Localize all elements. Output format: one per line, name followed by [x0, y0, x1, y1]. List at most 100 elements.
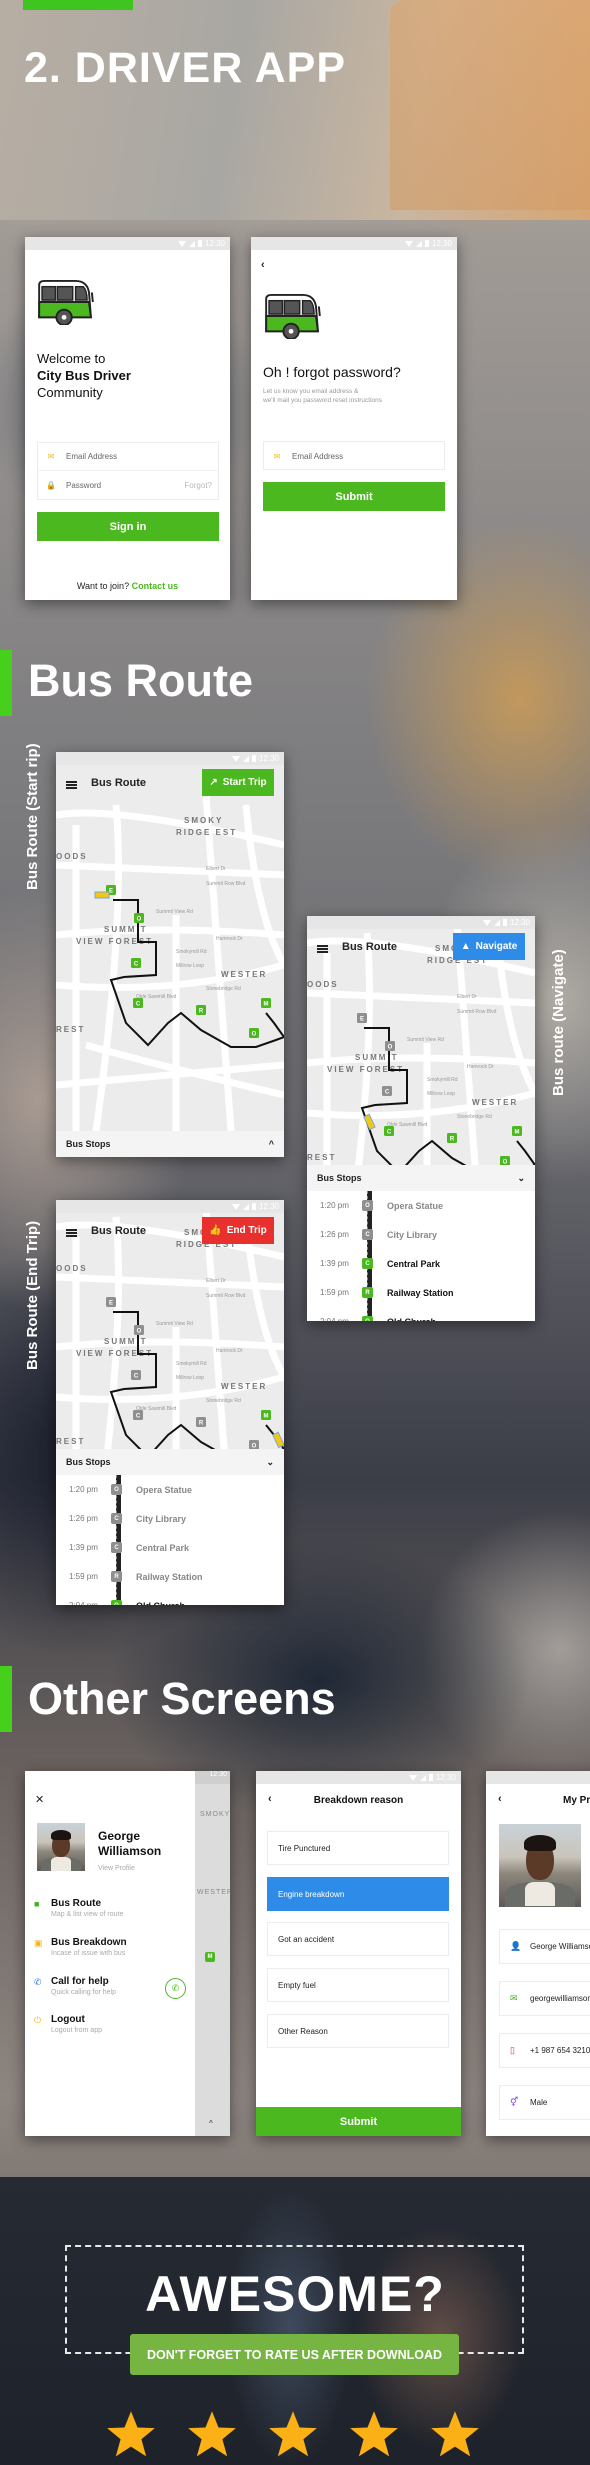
submit-button[interactable]: Submit — [256, 2107, 461, 2136]
svg-text:C: C — [134, 962, 139, 968]
road — [56, 861, 284, 879]
stop-row[interactable]: 1:59 pm R Railway Station — [307, 1278, 535, 1307]
stop-marker[interactable]: O — [385, 1041, 395, 1051]
driver-name: George Williamson — [98, 1829, 162, 1858]
rate-us-button[interactable]: DON'T FORGET TO RATE US AFTER DOWNLOAD — [130, 2334, 459, 2375]
stop-marker[interactable]: R — [196, 1417, 206, 1427]
star-icon[interactable] — [429, 2408, 481, 2460]
stop-row[interactable]: 2:04 pmO Old Church — [307, 1307, 535, 1321]
menu-icon[interactable] — [317, 945, 328, 953]
stop-marker[interactable]: M — [261, 1410, 271, 1420]
navigate-button[interactable]: ▲ Navigate — [453, 933, 525, 960]
call-button[interactable]: ✆ — [165, 1978, 186, 1999]
back-button[interactable]: ‹ — [498, 1793, 502, 1805]
stop-row[interactable]: 1:39 pm C Central Park — [307, 1249, 535, 1278]
stop-marker[interactable]: C — [384, 1126, 394, 1136]
route-map[interactable]: SMOKYRIDGE ESTSUMMITVIEW FORESTWESTERRES… — [56, 765, 284, 1131]
bus-stops-bar[interactable]: Bus Stops ⌄ — [56, 1449, 284, 1475]
back-button[interactable]: ‹ — [261, 259, 265, 271]
stop-marker[interactable]: O — [249, 1028, 259, 1038]
stop-row[interactable]: 1:20 pm O Opera Statue — [307, 1191, 535, 1220]
drawer-panel: ✕ George Williamson View Profile ■ Bus R… — [25, 1771, 195, 2136]
email-field[interactable]: ✉ Email Address — [263, 441, 445, 470]
phone-field[interactable]: ▯ +1 987 654 3210 — [499, 2033, 590, 2068]
section-title-other-screens: Other Screens — [28, 1673, 336, 1724]
reason-option[interactable]: Tire Punctured — [267, 1831, 449, 1865]
end-trip-button[interactable]: 👍 End Trip — [202, 1217, 274, 1244]
reason-option[interactable]: Empty fuel — [267, 1968, 449, 2002]
chevron-up-icon: ^ — [268, 1139, 274, 1149]
start-trip-button[interactable]: ↗ Start Trip — [202, 769, 274, 796]
mail-icon: ✉ — [47, 452, 55, 461]
stop-marker[interactable]: O — [249, 1440, 259, 1449]
submit-button[interactable]: Submit — [263, 482, 445, 511]
page-title: 2. DRIVER APP — [24, 44, 347, 92]
stop-row[interactable]: 1:39 pm C Central Park — [56, 1533, 284, 1562]
bus-route-end-screen: 12:30 SMOKYRIDGE ESTSUMMITVIEW FORESTWES… — [56, 1200, 284, 1605]
stop-marker[interactable]: C — [382, 1086, 392, 1096]
accent-bar — [23, 0, 133, 10]
drawer-item-logout[interactable]: ⏻ Logout Logout from app — [34, 2014, 102, 2034]
stop-marker[interactable]: C — [133, 998, 143, 1008]
forgot-link[interactable]: Forgot? — [184, 481, 212, 490]
stop-time: 1:26 pm — [320, 1230, 349, 1239]
stop-marker[interactable]: O — [134, 913, 144, 923]
email-field[interactable]: ✉ georgewilliamson — [499, 1981, 590, 2016]
road-label: Hamrock Dr — [216, 936, 243, 942]
stop-marker[interactable]: R — [196, 1005, 206, 1015]
stop-row[interactable]: 1:26 pm C City Library — [56, 1504, 284, 1533]
stop-row[interactable]: 2:04 pmO Old Church — [56, 1591, 284, 1605]
stop-marker[interactable]: O — [500, 1156, 510, 1165]
road — [56, 926, 284, 939]
stop-name: City Library — [387, 1229, 438, 1240]
status-bar: 12:30 — [256, 1771, 461, 1784]
svg-text:C: C — [134, 1374, 139, 1380]
stop-marker[interactable]: E — [106, 1297, 116, 1307]
view-profile-link[interactable]: View Profile — [98, 1865, 135, 1872]
stop-marker[interactable]: M — [512, 1126, 522, 1136]
star-icon[interactable] — [348, 2408, 400, 2460]
reason-option-selected[interactable]: Engine breakdown — [267, 1877, 449, 1911]
stop-marker-icon: C — [362, 1258, 373, 1269]
star-icon[interactable] — [105, 2408, 157, 2460]
stop-marker[interactable]: M — [261, 998, 271, 1008]
star-icon[interactable] — [186, 2408, 238, 2460]
stop-row[interactable]: 1:20 pm O Opera Statue — [56, 1475, 284, 1504]
stop-name: Old Church — [387, 1317, 436, 1322]
contact-us-link[interactable]: Contact us — [132, 581, 179, 591]
email-field[interactable]: ✉ Email Address — [38, 443, 218, 471]
drawer-item-call-for-help[interactable]: ✆ Call for help Quick calling for help — [34, 1976, 116, 1996]
bus-stops-bar[interactable]: Bus Stops ⌄ — [307, 1165, 535, 1191]
forgot-subtitle: Let us know you email address & we'll ma… — [263, 388, 383, 404]
map-area-label: WESTER — [472, 1098, 518, 1107]
drawer-item-bus-breakdown[interactable]: ▣ Bus Breakdown Incase of issue with bus — [34, 1937, 127, 1957]
menu-icon[interactable] — [66, 1229, 77, 1237]
chevron-up-icon[interactable]: ^ — [209, 2119, 213, 2128]
close-icon[interactable]: ✕ — [35, 1793, 44, 1806]
stop-marker[interactable]: R — [447, 1133, 457, 1143]
stop-marker[interactable]: O — [134, 1325, 144, 1335]
stop-marker[interactable]: C — [131, 1370, 141, 1380]
stop-marker[interactable]: C — [131, 958, 141, 968]
gender-field[interactable]: ⚥ Male — [499, 2085, 590, 2120]
menu-icon[interactable] — [66, 781, 77, 789]
stop-name: Railway Station — [136, 1571, 203, 1582]
stop-row[interactable]: 1:59 pm R Railway Station — [56, 1562, 284, 1591]
stop-marker[interactable]: C — [133, 1410, 143, 1420]
sign-in-button[interactable]: Sign in — [37, 512, 219, 541]
road-label: Millrow Loop — [176, 1375, 204, 1381]
name-field[interactable]: 👤George Williamson — [499, 1929, 590, 1964]
profile-photo[interactable] — [499, 1824, 581, 1907]
reason-option[interactable]: Got an accident — [267, 1922, 449, 1956]
map-area-label: OODS — [307, 980, 339, 989]
driver-avatar[interactable] — [37, 1823, 85, 1871]
stop-row[interactable]: 1:26 pm C City Library — [307, 1220, 535, 1249]
stop-time: 1:39 pm — [69, 1543, 98, 1552]
password-field[interactable]: 🔒 Password Forgot? — [38, 471, 218, 499]
drawer-item-bus-route[interactable]: ■ Bus Route Map & list view of route — [34, 1898, 123, 1918]
my-profile-screen: ‹ My Profile 👤George Williamson ✉georgew… — [486, 1771, 590, 2136]
star-icon[interactable] — [267, 2408, 319, 2460]
reason-option[interactable]: Other Reason — [267, 2014, 449, 2048]
stop-marker[interactable]: E — [357, 1013, 367, 1023]
bus-stops-bar[interactable]: Bus Stops ^ — [56, 1131, 284, 1157]
